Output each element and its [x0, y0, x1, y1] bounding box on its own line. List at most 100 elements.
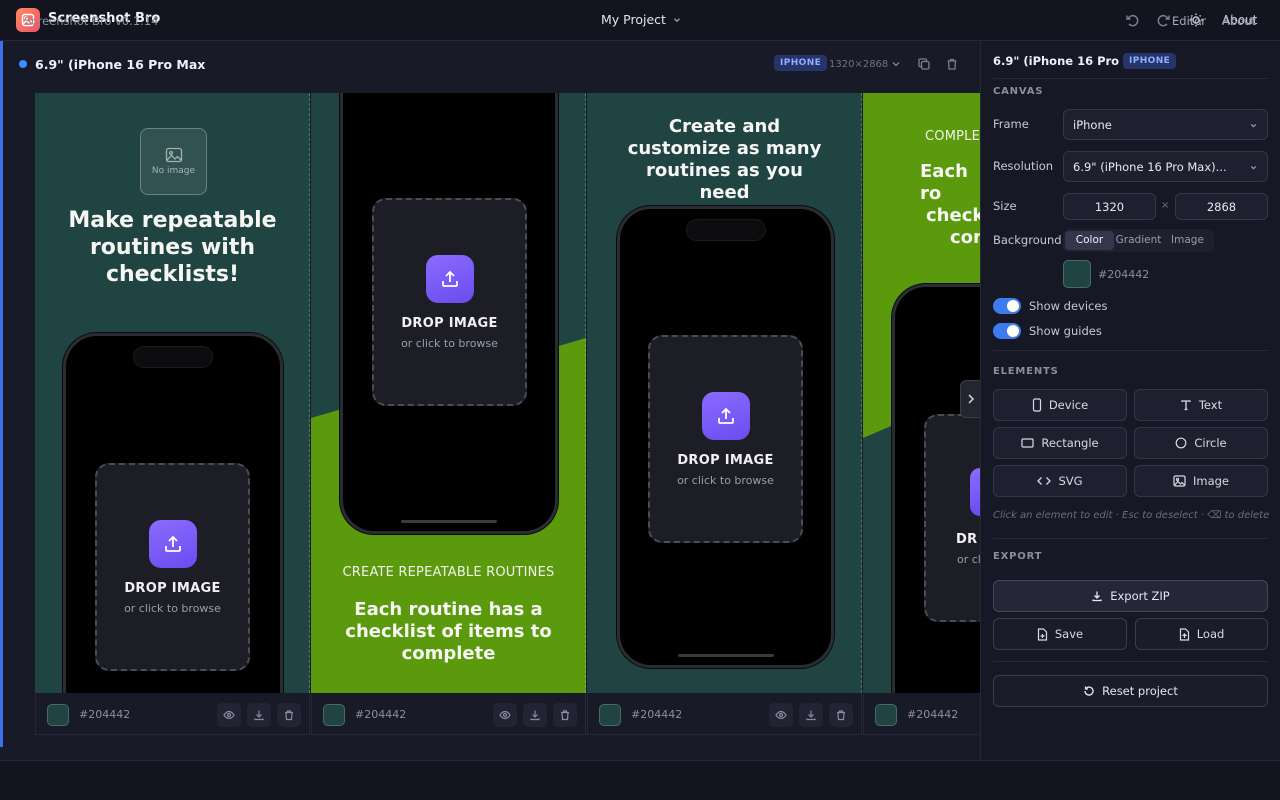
- chevron-down-icon[interactable]: [889, 57, 903, 71]
- size-label: Size: [993, 199, 1017, 213]
- divider: [993, 661, 1268, 662]
- slide-color-swatch[interactable]: [323, 704, 345, 726]
- image-placeholder[interactable]: No image: [140, 128, 207, 195]
- background-color-swatch[interactable]: [1063, 260, 1091, 288]
- phone-frame[interactable]: DROP IMAGE or click to browse: [617, 206, 834, 668]
- frame-value: iPhone: [1073, 118, 1112, 132]
- editor-link[interactable]: Editor: [1172, 14, 1206, 28]
- bg-mode-gradient[interactable]: Gradient: [1114, 231, 1163, 250]
- show-devices-label: Show devices: [1029, 299, 1108, 313]
- slide-headline[interactable]: Create and customize as many routines as…: [619, 116, 830, 204]
- download-icon[interactable]: [799, 703, 823, 727]
- project-name: My Project: [601, 12, 666, 27]
- status-dot: [19, 60, 27, 68]
- trash-icon[interactable]: [829, 703, 853, 727]
- scroll-right-button[interactable]: [960, 380, 982, 418]
- undo-icon[interactable]: [1124, 12, 1140, 28]
- divider: [993, 78, 1268, 79]
- slide-1[interactable]: No image Make repeatable routines with c…: [35, 93, 310, 693]
- slide-subtitle[interactable]: CREATE REPEATABLE ROUTINES: [311, 565, 586, 580]
- file-load-icon: [1179, 627, 1190, 641]
- show-devices-toggle[interactable]: [993, 298, 1021, 314]
- add-circle-button[interactable]: Circle: [1134, 427, 1268, 459]
- slide-guide: [861, 93, 862, 693]
- phone-frame[interactable]: DROP IMAGE or click to browse: [63, 333, 283, 693]
- slide-headline[interactable]: Each routine has a checklist of items to…: [341, 599, 556, 665]
- circle-icon: [1175, 437, 1187, 449]
- upload-icon: [148, 519, 197, 568]
- image-drop-zone[interactable]: DROP IMAGE or click to browse: [648, 335, 803, 543]
- add-image-button[interactable]: Image: [1134, 465, 1268, 497]
- drop-image-label: DROP IMAGE: [677, 452, 774, 468]
- add-rectangle-button[interactable]: Rectangle: [993, 427, 1127, 459]
- slide-color-hex: #204442: [79, 708, 131, 721]
- text-icon: [1180, 399, 1192, 411]
- slide-color-swatch[interactable]: [599, 704, 621, 726]
- frame-label: Frame: [993, 117, 1029, 131]
- bg-mode-image[interactable]: Image: [1163, 231, 1212, 250]
- divider: [993, 350, 1268, 351]
- eye-icon[interactable]: [769, 703, 793, 727]
- upload-icon: [701, 391, 750, 440]
- slide-headline[interactable]: Make repeatable routines with checklists…: [53, 208, 292, 288]
- slide-toolbar: #204442: [587, 694, 862, 735]
- image-drop-zone[interactable]: DROP IMAGE or click to browse: [95, 463, 250, 671]
- save-label: Save: [1054, 627, 1084, 641]
- browse-label: or click to browse: [401, 336, 498, 350]
- duplicate-icon[interactable]: [917, 57, 931, 71]
- add-device-label: Device: [1048, 398, 1089, 412]
- download-icon[interactable]: [523, 703, 547, 727]
- add-circle-label: Circle: [1194, 436, 1227, 450]
- dynamic-island: [685, 219, 766, 241]
- home-indicator: [677, 654, 774, 657]
- eye-icon[interactable]: [493, 703, 517, 727]
- phone-frame[interactable]: DROP IMAGE or click to browse: [340, 93, 558, 534]
- no-image-label: No image: [151, 166, 196, 176]
- slide-3[interactable]: Create and customize as many routines as…: [587, 93, 862, 693]
- frame-select[interactable]: iPhone: [1063, 109, 1268, 140]
- chevron-down-icon: [1249, 121, 1258, 130]
- project-selector[interactable]: My Project: [601, 12, 682, 27]
- browse-label: or click to browse: [124, 601, 221, 615]
- show-guides-toggle[interactable]: [993, 323, 1021, 339]
- slide-color-swatch[interactable]: [47, 704, 69, 726]
- bg-mode-color[interactable]: Color: [1065, 231, 1114, 250]
- height-input[interactable]: 2868: [1175, 193, 1268, 220]
- dynamic-island: [133, 346, 213, 368]
- trash-icon[interactable]: [553, 703, 577, 727]
- footer: [0, 760, 1280, 800]
- headline-line: com: [950, 226, 980, 248]
- footer-about-link[interactable]: About: [1222, 14, 1256, 28]
- browse-label: or cli: [957, 553, 980, 566]
- trash-icon[interactable]: [945, 57, 959, 71]
- slides-canvas: No image Make repeatable routines with c…: [35, 93, 980, 693]
- slide-color-swatch[interactable]: [875, 704, 897, 726]
- save-button[interactable]: Save: [993, 618, 1127, 650]
- add-svg-button[interactable]: SVG: [993, 465, 1127, 497]
- download-icon[interactable]: [247, 703, 271, 727]
- slide-toolbar: #204442: [35, 694, 310, 735]
- redo-icon[interactable]: [1156, 12, 1172, 28]
- image-drop-zone[interactable]: DROP IMAGE or click to browse: [372, 198, 527, 406]
- headline-line: check: [926, 204, 980, 226]
- download-icon: [1091, 590, 1103, 602]
- slide-headline[interactable]: Each ro check com: [920, 161, 980, 249]
- resolution-select[interactable]: 6.9" (iPhone 16 Pro Max)...: [1063, 151, 1268, 182]
- canvas-section-title: CANVAS: [993, 86, 1044, 97]
- resolution-label: Resolution: [993, 159, 1054, 173]
- phone-frame[interactable]: DR or cli: [892, 284, 980, 693]
- add-text-button[interactable]: Text: [1134, 389, 1268, 421]
- device-dimensions: 1320×2868: [829, 59, 889, 70]
- slide-subtitle[interactable]: COMPLE: [925, 129, 980, 144]
- load-button[interactable]: Load: [1135, 618, 1268, 650]
- add-device-button[interactable]: Device: [993, 389, 1127, 421]
- width-input[interactable]: 1320: [1063, 193, 1156, 220]
- home-indicator: [401, 520, 497, 523]
- export-zip-button[interactable]: Export ZIP: [993, 580, 1268, 612]
- slide-2[interactable]: DROP IMAGE or click to browse CREATE REP…: [311, 93, 586, 693]
- reset-project-button[interactable]: Reset project: [993, 675, 1268, 707]
- add-text-label: Text: [1198, 398, 1223, 412]
- trash-icon[interactable]: [277, 703, 301, 727]
- eye-icon[interactable]: [217, 703, 241, 727]
- image-drop-zone[interactable]: DR or cli: [924, 414, 980, 622]
